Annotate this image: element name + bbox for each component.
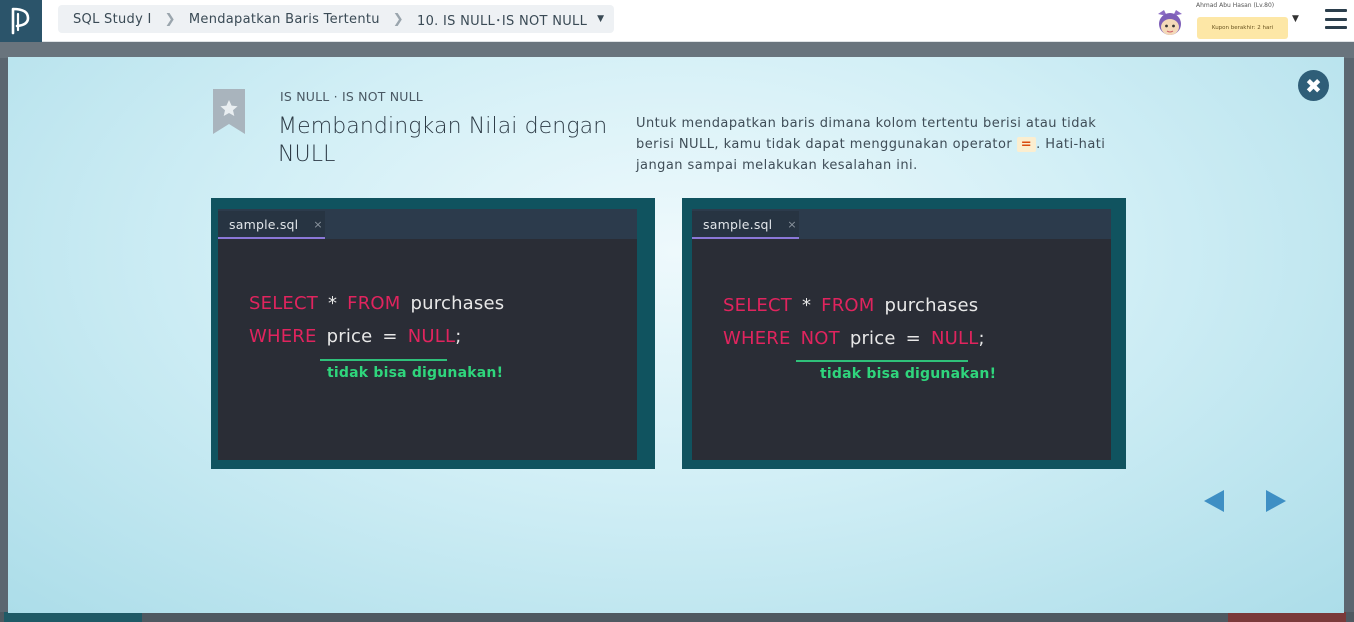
close-tab-icon[interactable]: × [313, 218, 322, 231]
code-line-2: WHERE NOT price = NULL; [723, 328, 985, 349]
arrow-right-icon[interactable] [1264, 489, 1288, 513]
warning-underline [796, 360, 968, 362]
slide-title: Membandingkan Nilai dengan NULL [278, 114, 608, 167]
warning-text: tidak bisa digunakan! [327, 365, 504, 381]
slide-subtitle: IS NULL · IS NOT NULL [280, 89, 423, 104]
warning-underline [320, 359, 447, 361]
chevron-right-icon: ❯ [164, 11, 176, 27]
keyword-null: NULL [930, 328, 979, 349]
keyword-select: SELECT [249, 293, 318, 314]
keyword-null: NULL [407, 326, 456, 347]
close-tab-icon[interactable]: × [787, 218, 796, 231]
column-name: price [849, 328, 896, 349]
code-line-1: SELECT * FROM purchases [723, 295, 978, 316]
keyword-where: WHERE [249, 326, 317, 347]
keyword-where: WHERE [723, 328, 791, 349]
operator-code: = [1016, 137, 1037, 152]
breadcrumb-course[interactable]: SQL Study I [73, 12, 152, 27]
code-editor: sample.sql × SELECT * FROM purchases WHERE N… [692, 209, 1111, 460]
coupon-badge: Kupon berakhir: 2 hari [1197, 17, 1288, 39]
asterisk: * [327, 293, 338, 314]
table-name: purchases [410, 293, 505, 314]
file-tab[interactable]: sample.sql × [218, 211, 325, 239]
chevron-right-icon: ❯ [392, 11, 404, 27]
file-tab[interactable]: sample.sql × [692, 211, 799, 239]
equals-operator: = [382, 326, 398, 347]
avatar [1158, 10, 1182, 35]
asterisk: * [801, 295, 812, 316]
hamburger-menu-icon[interactable] [1325, 9, 1347, 29]
slide-modal: ✖ IS NULL · IS NOT NULL Membandingkan Ni… [8, 57, 1344, 613]
keyword-not: NOT [800, 328, 840, 349]
table-name: purchases [884, 295, 979, 316]
slide-description: Untuk mendapatkan baris dimana kolom ter… [636, 113, 1106, 176]
warning-text: tidak bisa digunakan! [820, 366, 997, 382]
equals-operator: = [905, 328, 921, 349]
code-panel-is-not-null: sample.sql × SELECT * FROM purchases WHERE N… [682, 198, 1126, 469]
code-panel-is-null: sample.sql × SELECT * FROM purchases WHERE p… [211, 198, 655, 469]
code-line-2: WHERE price = NULL; [249, 326, 461, 347]
user-name: Ahmad Abu Hasan (Lv.80) [1196, 2, 1275, 9]
keyword-from: FROM [347, 293, 401, 314]
breadcrumb: SQL Study I ❯ Mendapatkan Baris Tertentu… [58, 5, 614, 33]
code-line-1: SELECT * FROM purchases [249, 293, 504, 314]
arrow-left-icon[interactable] [1202, 489, 1226, 513]
breadcrumb-chapter[interactable]: Mendapatkan Baris Tertentu [189, 12, 380, 27]
bookmark-star-icon[interactable] [212, 89, 246, 135]
user-menu[interactable]: Ahmad Abu Hasan (Lv.80) Kupon berakhir: … [1154, 2, 1304, 40]
semicolon: ; [978, 328, 985, 349]
code-editor: sample.sql × SELECT * FROM purchases WHERE p… [218, 209, 637, 460]
editor-tab-bar: sample.sql × [692, 209, 1111, 239]
close-icon[interactable]: ✖ [1298, 70, 1329, 101]
logo-glyph [11, 7, 30, 35]
column-name: price [326, 326, 373, 347]
file-tab-label: sample.sql [703, 216, 773, 232]
breadcrumb-lesson[interactable]: 10. IS NULL･IS NOT NULL [417, 10, 587, 29]
file-tab-label: sample.sql [229, 216, 299, 232]
top-bar: SQL Study I ❯ Mendapatkan Baris Tertentu… [0, 0, 1354, 42]
page-backdrop [0, 42, 1354, 58]
caret-down-icon[interactable]: ▼ [597, 14, 604, 24]
progate-logo-icon[interactable] [0, 0, 42, 42]
keyword-select: SELECT [723, 295, 792, 316]
semicolon: ; [455, 326, 462, 347]
page-backdrop-bottom [0, 612, 1354, 622]
editor-tab-bar: sample.sql × [218, 209, 637, 239]
caret-down-icon[interactable]: ▼ [1292, 14, 1299, 24]
keyword-from: FROM [821, 295, 875, 316]
